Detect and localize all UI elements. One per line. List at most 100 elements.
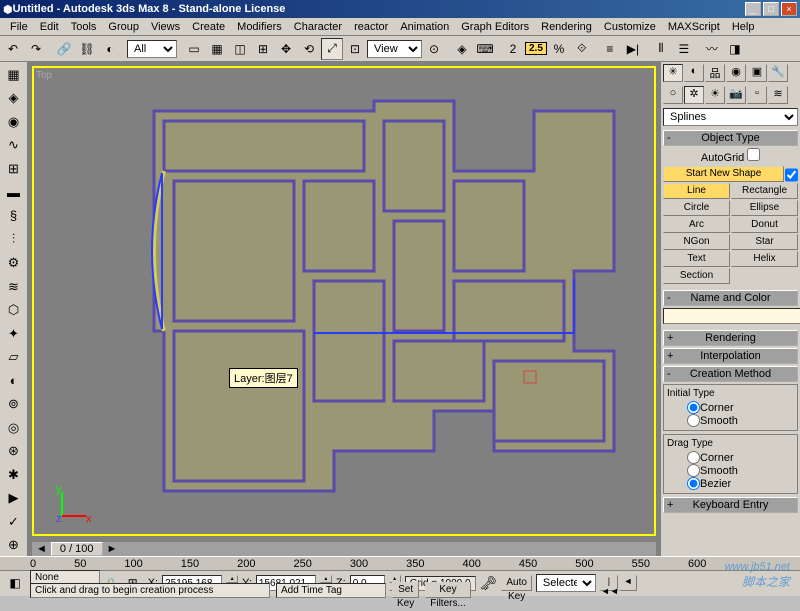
drag-bezier-radio[interactable] [687,477,700,490]
curve-editor-button[interactable]: 〰 [701,38,723,60]
selection-lock-icon[interactable]: ◧ [4,572,26,594]
link-button[interactable]: 🔗 [53,38,75,60]
snap-2d-button[interactable]: 2 [502,38,524,60]
schematic-button[interactable]: ◨ [724,38,746,60]
modify-tab-icon[interactable]: ◐ [684,64,704,82]
rotate-button[interactable]: ⟲ [298,38,320,60]
prev-frame-button[interactable]: ◄ [619,575,637,591]
move-button[interactable]: ✥ [275,38,297,60]
reactor-rigid-icon[interactable]: ▦ [3,64,25,86]
start-new-shape-button[interactable]: Start New Shape [663,166,784,182]
initial-smooth-radio[interactable] [687,414,700,427]
cameras-subtab-icon[interactable]: 📷 [726,86,746,104]
minimize-button[interactable]: _ [745,2,761,16]
select-region-button[interactable]: ◫ [229,38,251,60]
menu-rendering[interactable]: Rendering [535,21,598,33]
menu-group[interactable]: Group [102,21,145,33]
menu-character[interactable]: Character [288,21,348,33]
menu-file[interactable]: File [4,21,34,33]
menu-create[interactable]: Create [186,21,231,33]
named-sel-button[interactable]: ≡ [599,38,621,60]
ref-coord-button[interactable]: ⊡ [344,38,366,60]
circle-button[interactable]: Circle [663,200,730,216]
reactor-rope-icon[interactable]: ∿ [3,135,25,157]
manipulate-button[interactable]: ◈ [451,38,473,60]
keymode-dropdown[interactable]: Selected [536,574,596,592]
spacewarps-subtab-icon[interactable]: ≋ [768,86,788,104]
reactor-mesh-icon[interactable]: ⊞ [3,158,25,180]
reactor-cloth-icon[interactable]: ◈ [3,88,25,110]
close-button[interactable]: × [781,2,797,16]
slider-handle[interactable]: 0 / 100 [51,542,103,556]
start-new-shape-checkbox[interactable] [785,168,798,182]
snap-angle-value[interactable]: 2.5 [525,42,547,55]
scale-button[interactable]: ⤢ [321,38,343,60]
keyboard-entry-rollout[interactable]: +Keyboard Entry [663,497,798,513]
geometry-subtab-icon[interactable]: ○ [663,86,683,104]
reactor-prop-icon[interactable]: ◐ [3,370,25,392]
reactor-hinge-icon[interactable]: ⊛ [3,441,25,463]
reactor-plane-icon[interactable]: ▬ [3,182,25,204]
ngon-button[interactable]: NGon [663,234,730,250]
object-name-input[interactable] [663,308,800,324]
menu-tools[interactable]: Tools [65,21,103,33]
shapes-subtab-icon[interactable]: ✲ [684,86,704,104]
section-button[interactable]: Section [663,268,730,284]
percent-snap-button[interactable]: % [548,38,570,60]
menu-modifiers[interactable]: Modifiers [231,21,288,33]
reactor-frac-icon[interactable]: ✦ [3,323,25,345]
text-button[interactable]: Text [663,251,730,267]
reactor-dash-icon[interactable]: ⫶ [3,229,25,251]
unlink-button[interactable]: ⛓ [76,38,98,60]
line-button[interactable]: Line [663,183,730,199]
reactor-world-icon[interactable]: ⊕ [3,535,25,557]
undo-button[interactable]: ↶ [2,38,24,60]
keyfilters-button[interactable]: Key Filters... [425,582,471,598]
align-button[interactable]: ⫴ [650,38,672,60]
drag-smooth-radio[interactable] [687,464,700,477]
reactor-soft-icon[interactable]: ◉ [3,111,25,133]
rendering-rollout[interactable]: +Rendering [663,330,798,346]
reactor-preview-icon[interactable]: ▶ [3,488,25,510]
autogrid-checkbox[interactable] [747,148,760,161]
display-tab-icon[interactable]: ▣ [747,64,767,82]
rectangle-button[interactable]: Rectangle [731,183,798,199]
hierarchy-tab-icon[interactable]: 品 [705,64,725,82]
bind-button[interactable]: ◐ [99,38,121,60]
helpers-subtab-icon[interactable]: ▫ [747,86,767,104]
reactor-wind-icon[interactable]: ≋ [3,276,25,298]
menu-animation[interactable]: Animation [394,21,455,33]
center-button[interactable]: ⊙ [423,38,445,60]
name-color-rollout[interactable]: -Name and Color [663,290,798,306]
create-tab-icon[interactable]: ✳ [663,64,683,82]
ellipse-button[interactable]: Ellipse [731,200,798,216]
donut-button[interactable]: Donut [731,217,798,233]
menu-edit[interactable]: Edit [34,21,65,33]
menu-help[interactable]: Help [726,21,761,33]
reactor-analyze-icon[interactable]: ✓ [3,511,25,533]
lights-subtab-icon[interactable]: ☀ [705,86,725,104]
star-button[interactable]: Star [731,234,798,250]
helix-button[interactable]: Helix [731,251,798,267]
window-crossing-button[interactable]: ⊞ [252,38,274,60]
reactor-toy-icon[interactable]: ⬡ [3,299,25,321]
goto-start-button[interactable]: |◄◄ [600,575,618,591]
add-time-tag[interactable]: Add Time Tag [276,583,386,598]
motion-tab-icon[interactable]: ◉ [726,64,746,82]
initial-corner-radio[interactable] [687,401,700,414]
menu-maxscript[interactable]: MAXScript [662,21,726,33]
menu-views[interactable]: Views [145,21,186,33]
reactor-point-icon[interactable]: ◎ [3,417,25,439]
redo-button[interactable]: ↷ [25,38,47,60]
viewport-top[interactable]: Top [32,66,656,536]
time-ruler[interactable]: 0 50 100 150 200 250 300 350 400 450 500… [0,557,800,571]
select-button[interactable]: ▭ [183,38,205,60]
reactor-car-icon[interactable]: ⊚ [3,393,25,415]
object-type-rollout[interactable]: -Object Type [663,130,798,146]
selection-filter-dropdown[interactable]: All [127,40,177,58]
menu-customize[interactable]: Customize [598,21,662,33]
maximize-button[interactable]: □ [763,2,779,16]
arc-button[interactable]: Arc [663,217,730,233]
setkey-button[interactable]: Set Key [392,582,419,598]
layers-button[interactable]: ☰ [673,38,695,60]
